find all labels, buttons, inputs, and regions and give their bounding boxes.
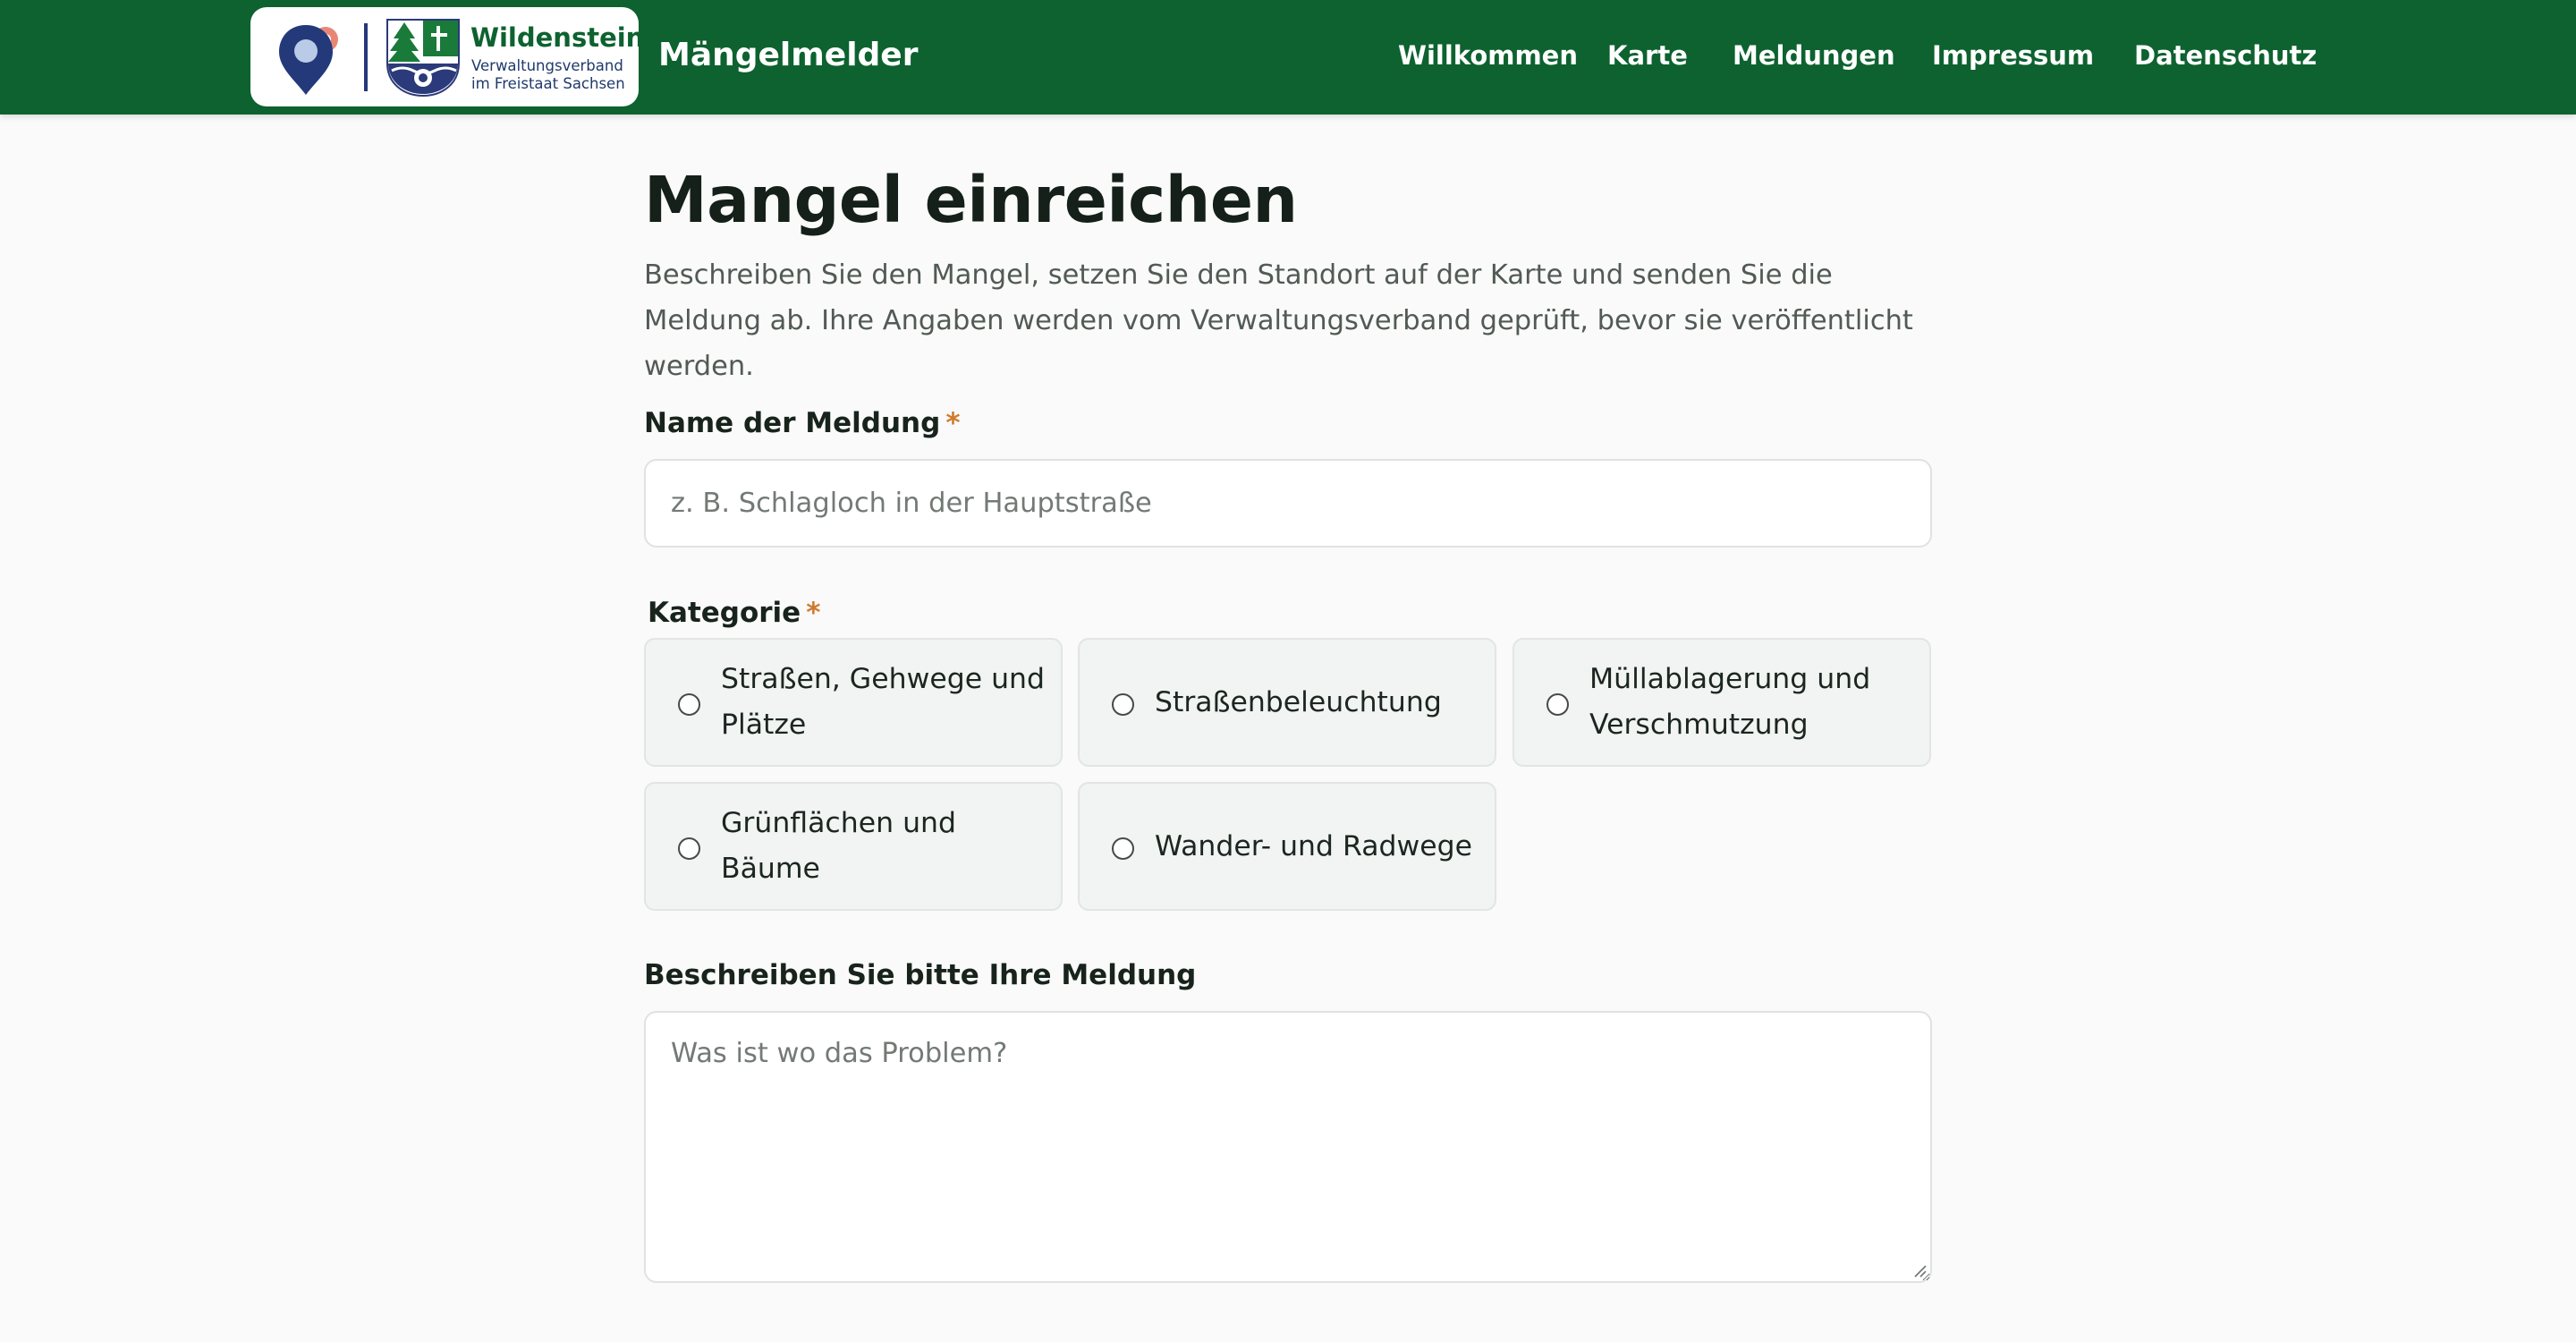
category-option-strassen[interactable]: Straßen, Gehwege und Plätze (644, 638, 1063, 767)
required-marker: * (945, 407, 961, 439)
nav-link-datenschutz[interactable]: Datenschutz (2134, 40, 2317, 71)
radio-button[interactable] (678, 837, 700, 860)
category-option-wanderwege[interactable]: Wander- und Radwege (1078, 782, 1496, 911)
intro-text: Beschreiben Sie den Mangel, setzen Sie d… (644, 259, 1913, 382)
top-navigation-bar: Wildenstein Verwaltungsverband im Freist… (0, 0, 2576, 115)
required-marker: * (806, 597, 821, 629)
description-label: Beschreiben Sie bitte Ihre Meldung (644, 959, 1197, 991)
nav-link-impressum[interactable]: Impressum (1932, 40, 2094, 71)
brand-name: Wildenstein (470, 22, 645, 53)
category-option-label: Müllablagerung und Verschmutzung (1589, 663, 1871, 741)
logo-separator (364, 23, 368, 91)
app-title[interactable]: Mängelmelder (658, 37, 918, 73)
name-field-label-text: Name der Meldung (644, 407, 941, 439)
radio-button[interactable] (1112, 837, 1134, 860)
category-option-beleuchtung[interactable]: Straßenbeleuchtung (1078, 638, 1496, 767)
description-textarea[interactable] (644, 1011, 1932, 1283)
page-title: Mangel einreichen (644, 163, 1298, 237)
report-name-input[interactable] (644, 459, 1932, 548)
logo-home-link[interactable]: Wildenstein Verwaltungsverband im Freist… (250, 7, 644, 106)
category-label-text: Kategorie (648, 597, 801, 629)
category-option-label: Grünflächen und Bäume (721, 807, 956, 885)
category-option-label: Straßen, Gehwege und Plätze (721, 663, 1046, 741)
brand-subtitle-line1: Verwaltungsverband (471, 57, 623, 74)
coat-of-arms-icon (386, 19, 460, 98)
category-option-muell[interactable]: Müllablagerung und Verschmutzung (1513, 638, 1931, 767)
radio-button[interactable] (1112, 693, 1134, 716)
category-label: Kategorie * (648, 597, 820, 629)
category-option-label: Wander- und Radwege (1155, 829, 1473, 862)
resize-grip-icon[interactable] (1912, 1263, 1927, 1278)
category-option-gruenflaechen[interactable]: Grünflächen und Bäume (644, 782, 1063, 911)
nav-link-meldungen[interactable]: Meldungen (1733, 40, 1895, 71)
brand-subtitle-line2: im Freistaat Sachsen (471, 75, 625, 92)
nav-link-willkommen[interactable]: Willkommen (1398, 40, 1578, 71)
nav-link-karte[interactable]: Karte (1607, 40, 1688, 71)
name-field-label: Name der Meldung * (644, 407, 961, 439)
map-pin-icon (279, 25, 338, 95)
category-option-label: Straßenbeleuchtung (1155, 685, 1442, 718)
radio-button[interactable] (678, 693, 700, 716)
radio-button[interactable] (1546, 693, 1569, 716)
